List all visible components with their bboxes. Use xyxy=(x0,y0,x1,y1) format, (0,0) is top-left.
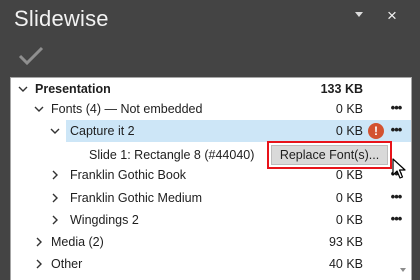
tree-row-size: 0 KB xyxy=(335,213,363,227)
more-options-icon[interactable]: ••• xyxy=(387,98,405,118)
chevron-right-icon[interactable] xyxy=(49,214,61,226)
tree-row-size: 0 KB xyxy=(335,191,363,205)
more-options-icon[interactable]: ••• xyxy=(387,187,405,207)
tree-row-label: Wingdings 2 xyxy=(70,213,139,227)
tree-row-wingdings-2[interactable]: Wingdings 2 0 KB ••• xyxy=(11,209,411,231)
tree-row-size: 0 KB xyxy=(335,102,363,116)
check-icon[interactable] xyxy=(16,45,46,67)
tree-row-size: 93 KB xyxy=(328,235,363,249)
tree-row-label: Other xyxy=(51,257,83,271)
tree-row-label: Presentation xyxy=(35,82,111,96)
pane-title: Slidewise xyxy=(14,6,109,31)
chevron-down-icon[interactable] xyxy=(17,83,29,95)
tree-row-size: 133 KB xyxy=(320,82,363,96)
tree-row-fonts[interactable]: Fonts (4) — Not embedded 0 KB ••• xyxy=(11,98,411,120)
more-options-icon[interactable]: ••• xyxy=(387,209,405,229)
tree-row-label: Franklin Gothic Medium xyxy=(70,191,202,205)
tree-row-size: 0 KB xyxy=(335,124,363,138)
scroll-down-icon[interactable] xyxy=(400,268,406,272)
more-options-icon[interactable]: ••• xyxy=(387,120,405,140)
tree-row-franklin-gothic-medium[interactable]: Franklin Gothic Medium 0 KB ••• xyxy=(11,187,411,209)
tree-row-size: 40 KB xyxy=(328,257,363,271)
tree-row-media[interactable]: Media (2) 93 KB xyxy=(11,231,411,253)
warning-icon: ! xyxy=(368,123,384,139)
tree-row-other[interactable]: Other 40 KB xyxy=(11,253,411,275)
close-icon[interactable]: × xyxy=(380,4,404,28)
tree-row-label: Franklin Gothic Book xyxy=(70,168,187,182)
chevron-down-icon[interactable] xyxy=(33,103,45,115)
replace-fonts-menu-item[interactable]: Replace Font(s)... xyxy=(271,145,388,165)
chevron-right-icon[interactable] xyxy=(33,258,45,270)
chevron-right-icon[interactable] xyxy=(49,169,61,181)
tree-row-capture-it-2[interactable]: Capture it 2 0 KB ! ••• xyxy=(11,120,411,142)
chevron-down-icon[interactable] xyxy=(49,125,61,137)
mouse-cursor-icon xyxy=(392,158,406,179)
tree-row-label: Fonts (4) — Not embedded xyxy=(51,102,203,116)
chevron-right-icon[interactable] xyxy=(49,192,61,204)
tree-row-label: Media (2) xyxy=(51,235,104,249)
tree-row-label: Slide 1: Rectangle 8 (#44040) xyxy=(89,148,255,162)
pane-options-icon[interactable] xyxy=(355,12,363,17)
tree-row-presentation[interactable]: Presentation 133 KB xyxy=(11,78,411,100)
tree-row-label: Capture it 2 xyxy=(70,124,135,138)
file-tree-panel: Presentation 133 KB Fonts (4) — Not embe… xyxy=(10,77,412,280)
chevron-right-icon[interactable] xyxy=(33,236,45,248)
